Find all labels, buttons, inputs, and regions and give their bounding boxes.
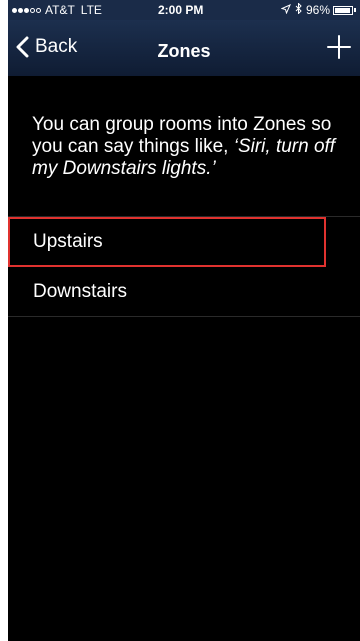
status-right: 96% — [280, 2, 356, 17]
status-time: 2:00 PM — [158, 3, 204, 17]
zones-description: You can group rooms into Zones so you ca… — [32, 114, 344, 180]
status-left: AT&T LTE — [12, 3, 102, 17]
zone-row-downstairs[interactable]: Downstairs — [8, 267, 360, 317]
location-arrow-icon — [280, 3, 291, 17]
navigation-bar: Back Zones — [8, 20, 360, 76]
add-zone-button[interactable] — [326, 34, 352, 60]
app-screen: AT&T LTE 2:00 PM 96% Back Zones You can … — [8, 0, 360, 641]
network-type: LTE — [80, 3, 102, 17]
zone-label: Upstairs — [33, 231, 103, 252]
zone-label: Downstairs — [33, 281, 127, 302]
battery-percent: 96% — [305, 3, 330, 17]
zone-list: Upstairs Downstairs — [8, 216, 360, 317]
status-bar: AT&T LTE 2:00 PM 96% — [8, 0, 360, 20]
signal-strength-icon — [12, 7, 42, 13]
battery-level — [335, 7, 350, 13]
battery-icon — [333, 5, 353, 15]
zone-row-upstairs[interactable]: Upstairs — [8, 217, 326, 267]
plus-icon — [327, 35, 351, 59]
carrier-name: AT&T — [45, 3, 75, 17]
bluetooth-icon — [295, 2, 302, 17]
page-title: Zones — [157, 41, 211, 61]
